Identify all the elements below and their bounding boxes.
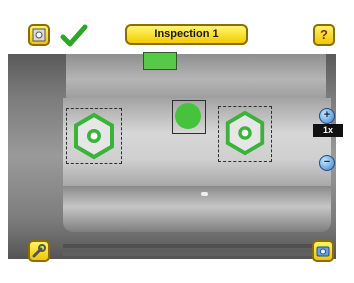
camera-icon <box>316 246 330 257</box>
help-icon: ? <box>320 27 328 42</box>
bottom-margin <box>0 265 354 283</box>
frame-icon <box>32 28 46 42</box>
part-hole <box>201 192 208 196</box>
part-groove-lower <box>63 252 331 256</box>
inspection-title[interactable]: Inspection 1 <box>125 24 248 45</box>
wrench-icon <box>32 244 46 258</box>
right-nut-hex <box>225 110 265 156</box>
part-top-section <box>66 54 326 100</box>
left-nut-hex <box>74 112 114 160</box>
camera-button[interactable] <box>312 240 334 262</box>
center-green-marker <box>175 103 201 129</box>
settings-button[interactable] <box>28 240 50 262</box>
tool-roi-top[interactable] <box>143 52 177 70</box>
zoom-in-button[interactable]: + <box>319 108 335 124</box>
zoom-out-button[interactable]: − <box>319 155 335 171</box>
zoom-level-label: 1x <box>313 124 343 137</box>
part-groove <box>63 244 331 248</box>
part-bottom-section <box>63 186 331 232</box>
zoom-out-icon: − <box>323 156 331 168</box>
frame-button[interactable] <box>28 24 50 46</box>
zoom-in-icon: + <box>323 109 331 121</box>
help-button[interactable]: ? <box>313 24 335 46</box>
live-image-viewport[interactable] <box>8 52 336 259</box>
check-icon <box>60 24 88 47</box>
inspection-screen: + 1x − Inspection 1 ? <box>0 0 354 283</box>
